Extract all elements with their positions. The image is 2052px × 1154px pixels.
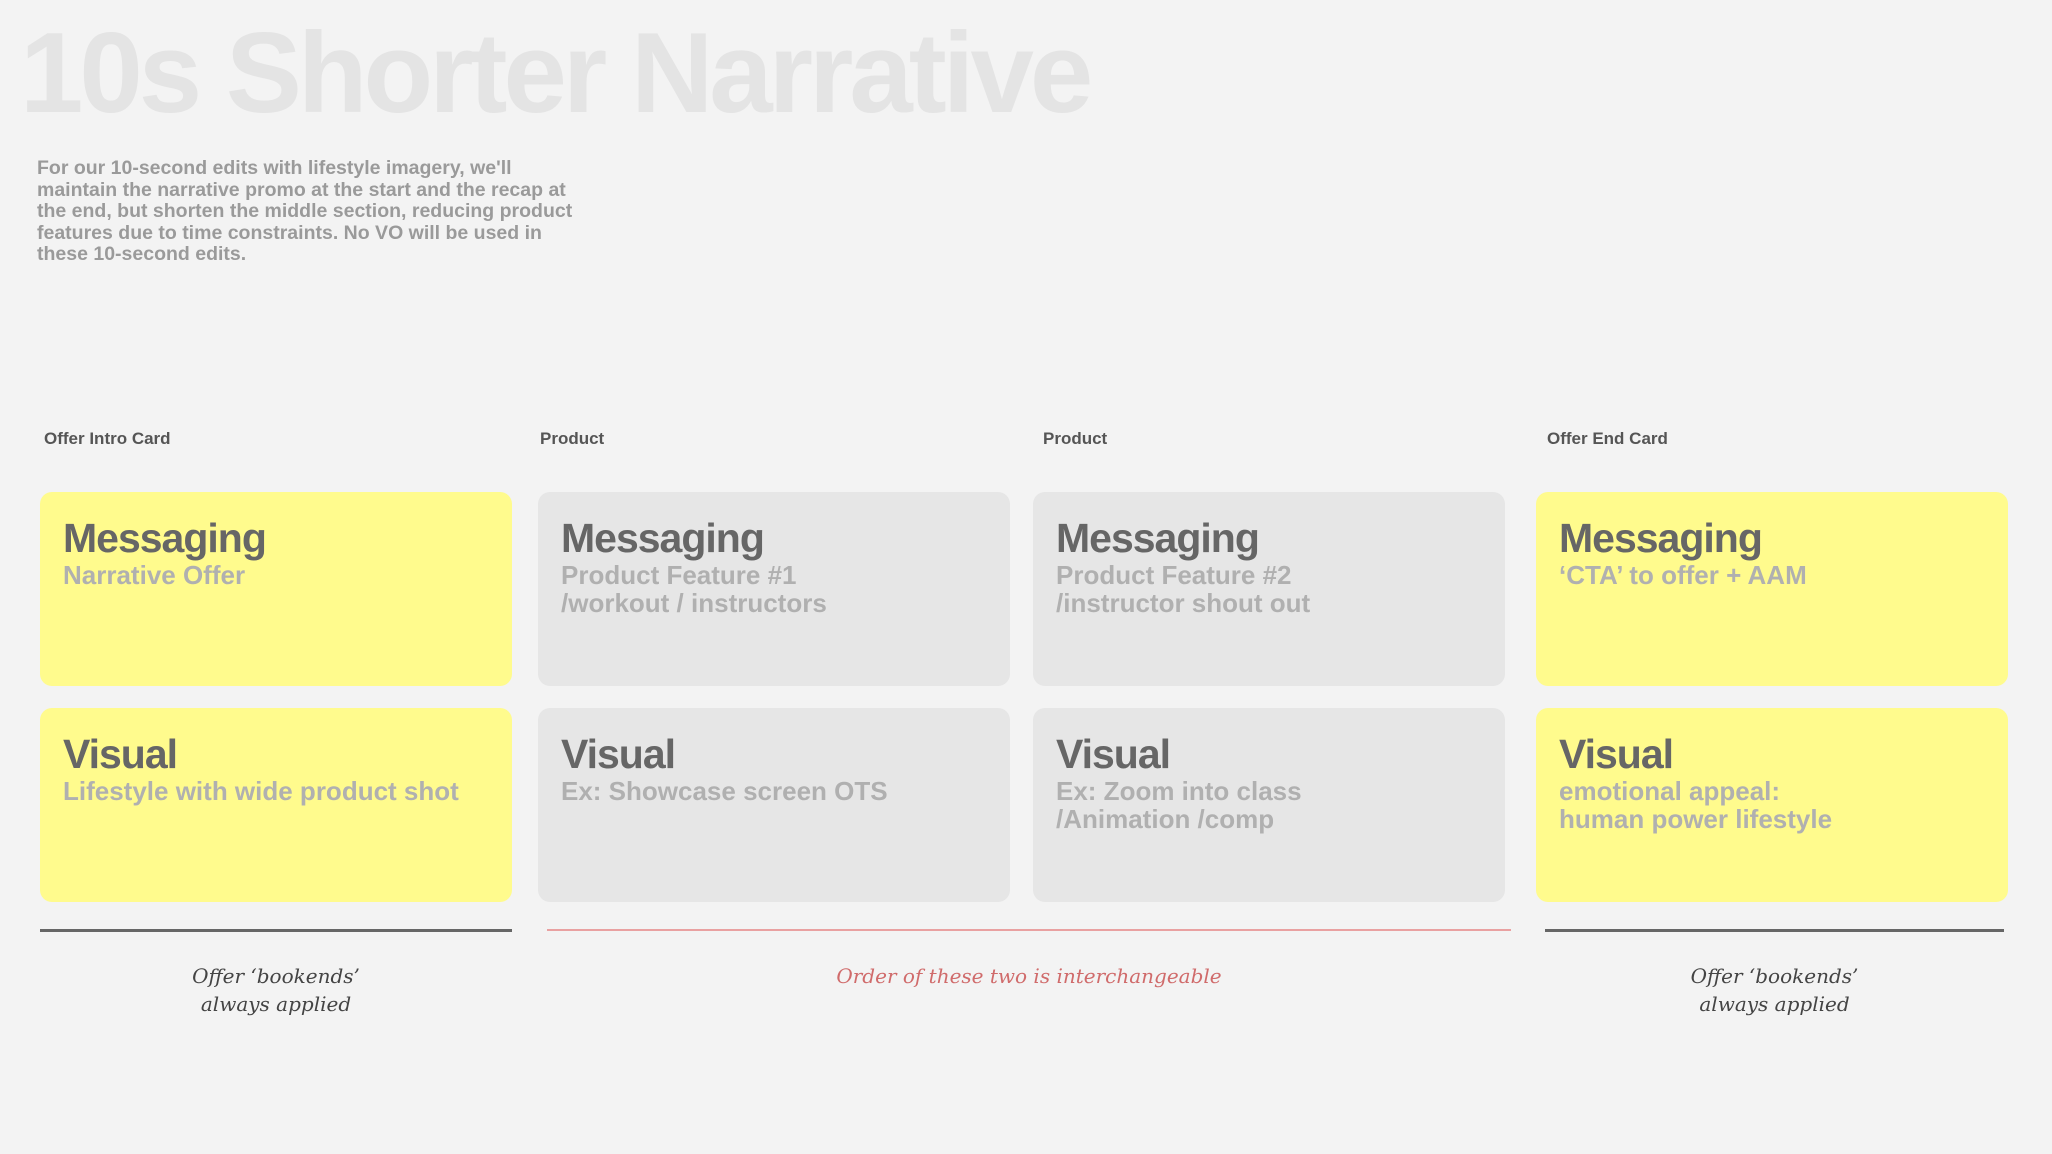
interchangeable-note: Order of these two is interchangeable — [836, 964, 1222, 988]
card-heading: Messaging — [1056, 515, 1260, 561]
card-heading: Messaging — [561, 515, 765, 561]
card-heading: Messaging — [1559, 515, 1763, 561]
card-text: emotional appeal: human power lifestyle — [1559, 776, 1833, 835]
column-label-product-2: Product — [1043, 429, 1108, 448]
page-title: 10s Shorter Narrative — [20, 10, 1093, 137]
card-heading: Visual — [561, 731, 676, 777]
interchangeable-rule — [547, 929, 1511, 931]
product-1-visual-card: Visual Ex: Showcase screen OTS — [538, 708, 1010, 902]
bookend-rule-right — [1545, 929, 2004, 932]
card-text: Product Feature #1 /workout / instructor… — [561, 560, 827, 619]
card-text: Ex: Zoom into class /Animation /comp — [1056, 776, 1302, 835]
bookend-rule-left — [40, 929, 512, 932]
product-2-visual-card: Visual Ex: Zoom into class /Animation /c… — [1033, 708, 1505, 902]
card-text: Narrative Offer — [63, 560, 246, 591]
card-heading: Visual — [63, 731, 178, 777]
product-2-messaging-card: Messaging Product Feature #2 /instructor… — [1033, 492, 1505, 686]
offer-end-messaging-card: Messaging ‘CTA’ to offer + AAM — [1536, 492, 2008, 686]
bookend-note-right: Offer ‘bookends’ always applied — [1690, 964, 1859, 1016]
bookend-note-left: Offer ‘bookends’ always applied — [192, 964, 360, 1016]
card-text: Lifestyle with wide product shot — [63, 776, 459, 807]
offer-intro-visual-card: Visual Lifestyle with wide product shot — [40, 708, 512, 902]
offer-intro-messaging-card: Messaging Narrative Offer — [40, 492, 512, 686]
column-label-offer-intro: Offer Intro Card — [44, 429, 171, 448]
card-heading: Visual — [1056, 731, 1171, 777]
column-label-offer-end: Offer End Card — [1547, 429, 1668, 448]
card-text: ‘CTA’ to offer + AAM — [1559, 560, 1807, 591]
card-heading: Messaging — [63, 515, 267, 561]
card-text: Product Feature #2 /instructor shout out — [1056, 560, 1311, 619]
card-heading: Visual — [1559, 731, 1674, 777]
product-1-messaging-card: Messaging Product Feature #1 /workout / … — [538, 492, 1010, 686]
offer-end-visual-card: Visual emotional appeal: human power lif… — [1536, 708, 2008, 902]
intro-paragraph: For our 10-second edits with lifestyle i… — [37, 157, 573, 265]
column-label-product-1: Product — [540, 429, 605, 448]
card-text: Ex: Showcase screen OTS — [561, 776, 888, 807]
